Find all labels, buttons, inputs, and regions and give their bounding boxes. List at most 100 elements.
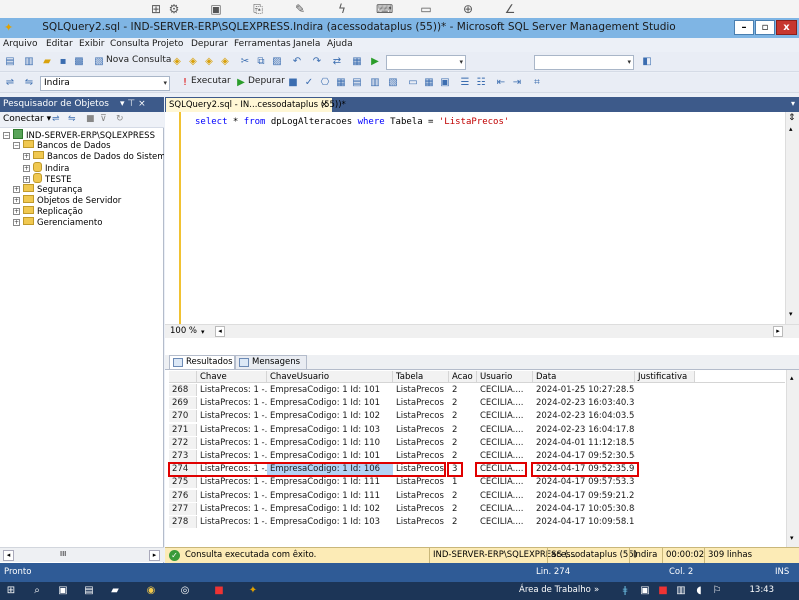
cell-tabela[interactable]: ListaPrecos	[393, 476, 449, 488]
decrease-indent-icon[interactable]: ⇤	[494, 76, 508, 90]
cell-chaveusuario[interactable]: EmpresaCodigo: 1 Id: 102	[267, 410, 393, 422]
cell-usuario[interactable]: CECILIA....	[477, 397, 533, 409]
cell-chaveusuario[interactable]: EmpresaCodigo: 1 Id: 101	[267, 384, 393, 396]
chrome-icon[interactable]: ◉	[144, 584, 158, 598]
debug-button[interactable]: Depurar	[248, 76, 285, 86]
stop-icon[interactable]: ■	[86, 114, 95, 124]
cell-tabela[interactable]: ListaPrecos	[393, 437, 449, 449]
menu-ferramentas[interactable]: Ferramentas	[234, 39, 291, 49]
new-project-icon[interactable]: ▤	[3, 55, 17, 69]
menu-ajuda[interactable]: Ajuda	[327, 39, 353, 49]
row-number[interactable]: 273	[169, 450, 197, 462]
cell-tabela[interactable]: ListaPrecos	[393, 410, 449, 422]
column-header-data[interactable]: Data	[533, 371, 635, 383]
cell-acao[interactable]: 2	[449, 397, 477, 409]
tab-overflow-icon[interactable]: ▾	[791, 99, 795, 108]
zoom-dropdown-icon[interactable]: ▾	[201, 326, 205, 339]
search-icon[interactable]: ⌕	[30, 584, 44, 598]
flag-icon[interactable]: ⚐	[710, 584, 724, 598]
start-icon[interactable]: ▶	[368, 55, 382, 69]
refresh-icon[interactable]: ↻	[116, 114, 124, 124]
expand-icon[interactable]: +	[23, 176, 30, 183]
specify-values-icon[interactable]: ⌗	[530, 76, 544, 90]
sql-text[interactable]: select * from dpLogAlteracoes where Tabe…	[195, 117, 509, 127]
tab-mensagens[interactable]: Mensagens	[235, 355, 307, 369]
query-options-icon[interactable]: ▤	[350, 76, 364, 90]
cell-usuario[interactable]: CECILIA....	[477, 490, 533, 502]
cut-icon[interactable]: ✂	[238, 55, 252, 69]
cell-usuario[interactable]: CECILIA....	[477, 410, 533, 422]
row-number[interactable]: 276	[169, 489, 197, 502]
menu-arquivo[interactable]: Arquivo	[3, 39, 37, 49]
tab-close-icon[interactable]: ×	[320, 98, 328, 112]
cell-data[interactable]: 2024-02-23 16:04:17.867	[533, 424, 635, 436]
increase-indent-icon[interactable]: ⇥	[510, 76, 524, 90]
cell-data[interactable]: 2024-04-17 10:09:58.180	[533, 516, 635, 528]
table-row[interactable]: 277 ListaPrecos: 1 -... EmpresaCodigo: 1 I…	[165, 502, 785, 515]
results-grid[interactable]: Chave ChaveUsuario Tabela Acao Usuario D…	[165, 369, 799, 547]
app-icon[interactable]: ■	[212, 584, 226, 598]
column-header-acao[interactable]: Acao	[449, 371, 477, 383]
browser-icon[interactable]: ◎	[178, 584, 192, 598]
expand-icon[interactable]: +	[23, 153, 30, 160]
comment-out-icon[interactable]: ☰	[458, 76, 472, 90]
cell-justificativa[interactable]	[635, 397, 695, 409]
new-query-icon[interactable]: ▧	[92, 55, 106, 69]
cell-data[interactable]: 2024-04-17 09:52:30.540	[533, 450, 635, 462]
scroll-thumb[interactable]: III	[60, 550, 66, 558]
paste-icon[interactable]: ⎘	[250, 2, 266, 16]
cell-justificativa[interactable]	[635, 410, 695, 422]
change-connection-icon[interactable]: ⇋	[22, 76, 36, 90]
mdx-query-icon[interactable]: ◈	[202, 55, 216, 69]
cell-usuario[interactable]: CECILIA....	[477, 450, 533, 462]
tree-node-management[interactable]: + Gerenciamento	[13, 217, 164, 228]
results-text-icon[interactable]: ▭	[406, 76, 420, 90]
expand-icon[interactable]: +	[13, 186, 20, 193]
expand-icon[interactable]: +	[13, 219, 20, 226]
scroll-down-icon[interactable]: ▾	[789, 310, 793, 318]
cell-tabela[interactable]: ListaPrecos	[393, 516, 449, 528]
cell-data[interactable]: 2024-04-01 11:12:18.533	[533, 437, 635, 449]
close-button[interactable]: x	[776, 20, 797, 35]
cell-acao[interactable]: 2	[449, 437, 477, 449]
task-view-icon[interactable]: ▣	[56, 584, 70, 598]
connect-dropdown[interactable]: Conectar ▾	[3, 114, 51, 124]
scroll-up-icon[interactable]: ▴	[789, 125, 793, 133]
tab-resultados[interactable]: Resultados	[169, 355, 235, 369]
expand-icon[interactable]: +	[13, 197, 20, 204]
column-header-usuario[interactable]: Usuario	[477, 371, 533, 383]
uncomment-icon[interactable]: ☷	[474, 76, 488, 90]
save-icon[interactable]: ▪	[56, 55, 70, 69]
column-header-tabela[interactable]: Tabela	[393, 371, 449, 383]
ssms-taskbar-icon[interactable]: ✦	[246, 584, 260, 598]
execute-button[interactable]: Executar	[191, 76, 231, 86]
scroll-down-icon[interactable]: ▾	[790, 534, 794, 542]
display-plan-icon[interactable]: ⎔	[318, 76, 332, 90]
copy-icon[interactable]: ⧉	[254, 55, 268, 69]
cell-chave[interactable]: ListaPrecos: 1 -...	[197, 490, 267, 502]
cell-tabela[interactable]: ListaPrecos	[393, 450, 449, 462]
tree-node-replication[interactable]: + Replicação	[13, 206, 164, 217]
include-plan-icon[interactable]: ▧	[386, 76, 400, 90]
table-row[interactable]: 268 ListaPrecos: 1 -... EmpresaCodigo: 1 I…	[165, 384, 785, 396]
tree-node-system-databases[interactable]: + Bancos de Dados do Sistema	[23, 151, 164, 162]
tree-node-server-objects[interactable]: + Objetos de Servidor	[13, 195, 164, 206]
analysis-query-icon[interactable]: ◈	[186, 55, 200, 69]
desktop-toolbar[interactable]: Área de Trabalho	[519, 585, 591, 595]
cell-chaveusuario[interactable]: EmpresaCodigo: 1 Id: 111	[267, 490, 393, 502]
chat-icon[interactable]: ▭	[418, 2, 434, 16]
cell-acao[interactable]: 2	[449, 450, 477, 462]
cell-acao[interactable]: 2	[449, 516, 477, 528]
cell-usuario[interactable]: CECILIA....	[477, 516, 533, 528]
cell-justificativa[interactable]	[635, 450, 695, 462]
cell-chave[interactable]: ListaPrecos: 1 -...	[197, 384, 267, 396]
table-row[interactable]: 276 ListaPrecos: 1 -... EmpresaCodigo: 1 I…	[165, 489, 785, 502]
explorer-icon[interactable]: ▰	[108, 584, 122, 598]
row-number[interactable]: 269	[169, 397, 197, 410]
column-header-chave[interactable]: Chave	[197, 371, 267, 383]
cell-justificativa[interactable]	[635, 490, 695, 502]
sql-editor[interactable]: select * from dpLogAlteracoes where Tabe…	[165, 112, 799, 342]
maximize-button[interactable]: ▫	[755, 20, 775, 35]
cell-acao[interactable]: 2	[449, 490, 477, 502]
grid-vscrollbar[interactable]: ▴ ▾	[786, 370, 799, 547]
